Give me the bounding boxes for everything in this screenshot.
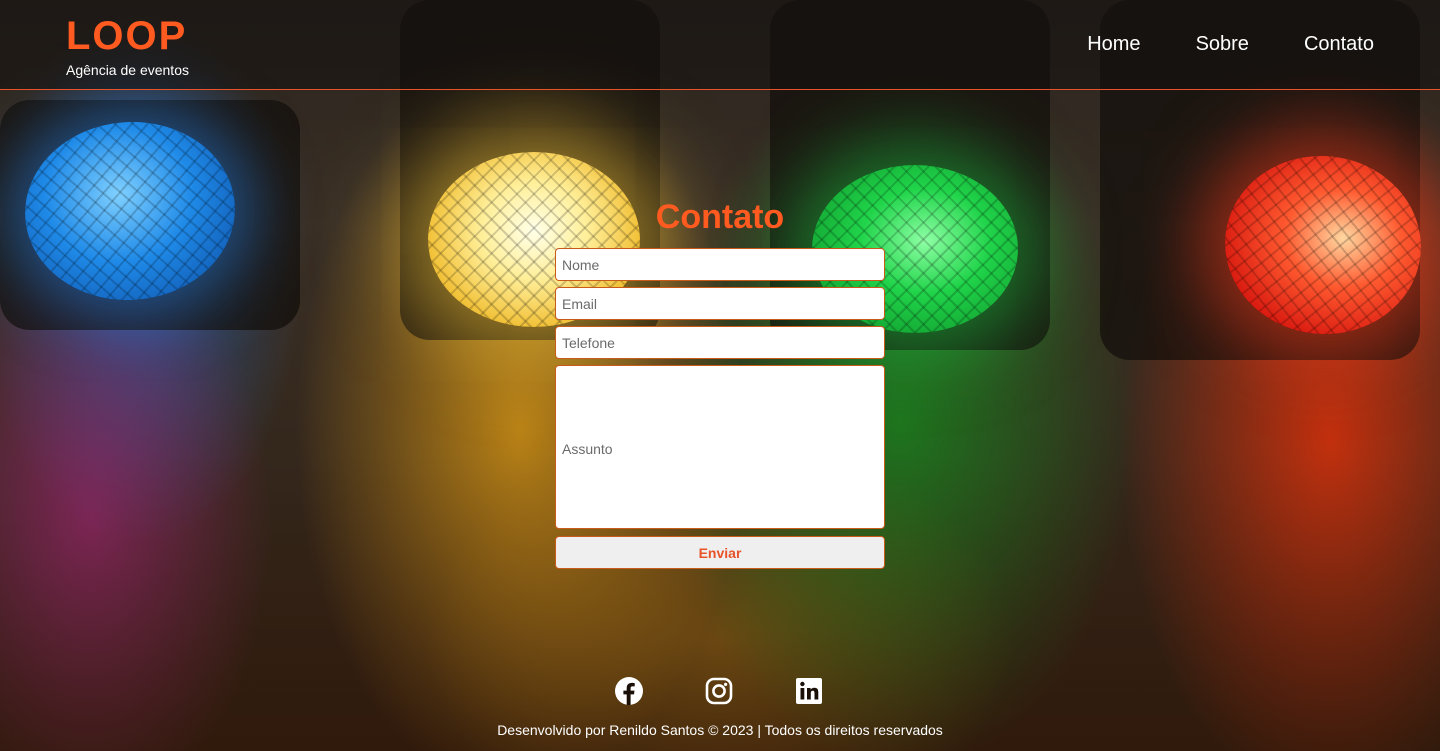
nav-contato[interactable]: Contato <box>1304 32 1374 56</box>
name-field[interactable] <box>555 248 885 281</box>
contact-form: Contato Enviar <box>555 196 885 569</box>
submit-button[interactable]: Enviar <box>555 536 885 569</box>
footer-credits: Desenvolvido por Renildo Santos © 2023 |… <box>497 722 943 738</box>
instagram-icon[interactable] <box>704 676 734 706</box>
social-links <box>614 676 824 706</box>
nav-home[interactable]: Home <box>1087 32 1140 56</box>
page-title: Contato <box>655 198 785 236</box>
email-field[interactable] <box>555 287 885 320</box>
subject-field[interactable] <box>555 365 885 529</box>
nav-sobre[interactable]: Sobre <box>1196 32 1249 56</box>
brand: LOOP Agência de eventos <box>66 14 189 78</box>
facebook-icon[interactable] <box>614 676 644 706</box>
main-nav: Home Sobre Contato <box>1087 32 1374 56</box>
phone-field[interactable] <box>555 326 885 359</box>
linkedin-icon[interactable] <box>794 676 824 706</box>
site-header: LOOP Agência de eventos Home Sobre Conta… <box>0 0 1440 90</box>
tagline: Agência de eventos <box>66 62 189 78</box>
logo[interactable]: LOOP <box>66 14 189 58</box>
